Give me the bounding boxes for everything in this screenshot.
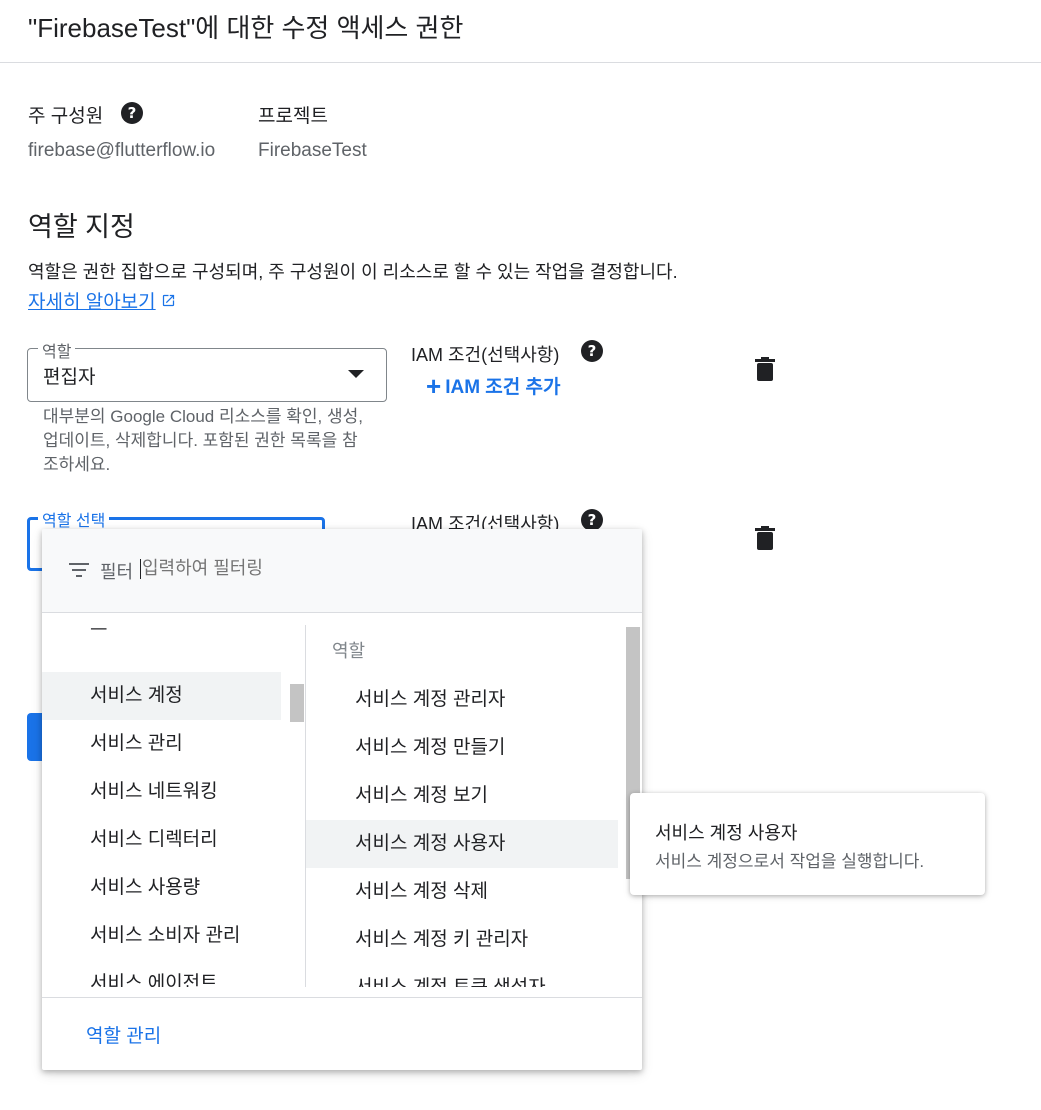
filter-input[interactable] bbox=[142, 558, 462, 579]
principal-value: firebase@flutterflow.io bbox=[28, 140, 216, 161]
role-dropdown-panel: 필터 스 서비스 계정 서비스 관리 서비스 네트워킹 서비스 디렉터리 서비스… bbox=[42, 529, 642, 1070]
role-1-description: 대부분의 Google Cloud 리소스를 확인, 생성, 업데이트, 삭제합… bbox=[43, 407, 363, 474]
filter-bar: 필터 bbox=[42, 529, 642, 613]
help-circle-icon[interactable]: ? bbox=[121, 102, 143, 124]
assign-roles-title: 역할 지정 bbox=[28, 212, 135, 242]
tooltip-title: 서비스 계정 사용자 bbox=[655, 823, 798, 843]
page-title: "FirebaseTest"에 대한 수정 액세스 권한 bbox=[28, 13, 464, 43]
role-select-1-label: 역할 bbox=[38, 338, 76, 362]
plus-icon: + bbox=[426, 370, 442, 401]
category-item[interactable]: 서비스 관리 bbox=[42, 720, 281, 768]
manage-roles-link[interactable]: 역할 관리 bbox=[86, 1021, 161, 1048]
roles-header: 역할 bbox=[332, 641, 366, 661]
role-select-2-label: 역할 선택 bbox=[38, 507, 110, 531]
add-iam-condition-label: IAM 조건 추가 bbox=[445, 377, 561, 398]
role-item[interactable]: 서비스 계정 만들기 bbox=[306, 724, 618, 772]
category-item[interactable]: 서비스 사용량 bbox=[42, 864, 281, 912]
role-item[interactable]: 서비스 계정 토큰 생성자 bbox=[306, 964, 618, 987]
category-item[interactable]: 서비스 에이전트 bbox=[42, 960, 281, 987]
principal-label: 주 구성원 bbox=[28, 106, 104, 127]
category-scrollbar[interactable] bbox=[290, 684, 304, 722]
learn-more-link[interactable]: 자세히 알아보기 bbox=[28, 287, 176, 314]
tooltip-description: 서비스 계정으로서 작업을 실행합니다. bbox=[655, 852, 925, 871]
open-in-new-icon bbox=[162, 294, 174, 307]
role-item[interactable]: 서비스 계정 관리자 bbox=[306, 676, 618, 724]
add-iam-condition-button[interactable]: + IAM 조건 추가 bbox=[426, 372, 561, 399]
text-caret bbox=[140, 559, 141, 579]
help-circle-icon[interactable]: ? bbox=[581, 509, 603, 531]
role-item[interactable]: 서비스 계정 삭제 bbox=[306, 868, 618, 916]
role-item[interactable]: 서비스 계정 키 관리자 bbox=[306, 916, 618, 964]
project-value: FirebaseTest bbox=[258, 140, 367, 161]
filter-list-icon bbox=[69, 563, 89, 579]
category-list[interactable]: 스 서비스 계정 서비스 관리 서비스 네트워킹 서비스 디렉터리 서비스 사용… bbox=[42, 625, 305, 987]
learn-more-label: 자세히 알아보기 bbox=[28, 292, 156, 313]
help-circle-icon[interactable]: ? bbox=[581, 340, 603, 362]
trash-icon[interactable] bbox=[755, 357, 775, 381]
iam-condition-label-1: IAM 조건(선택사항) bbox=[411, 345, 560, 365]
role-tooltip: 서비스 계정 사용자 서비스 계정으로서 작업을 실행합니다. bbox=[630, 793, 985, 895]
role-item-hovered[interactable]: 서비스 계정 사용자 bbox=[306, 820, 618, 868]
role-select-1-value: 편집자 bbox=[43, 367, 96, 388]
filter-label: 필터 bbox=[100, 562, 134, 582]
panel-footer-divider bbox=[42, 997, 642, 998]
role-list[interactable]: 역할 서비스 계정 관리자 서비스 계정 만들기 서비스 계정 보기 서비스 계… bbox=[306, 625, 626, 987]
role-item[interactable]: 서비스 계정 보기 bbox=[306, 772, 618, 820]
trash-icon[interactable] bbox=[755, 526, 775, 550]
project-label: 프로젝트 bbox=[258, 106, 328, 127]
assign-roles-description: 역할은 권한 집합으로 구성되며, 주 구성원이 이 리소스로 할 수 있는 작… bbox=[28, 262, 678, 282]
category-item-selected[interactable]: 서비스 계정 bbox=[42, 672, 281, 720]
category-item[interactable]: 서비스 소비자 관리 bbox=[42, 912, 281, 960]
title-divider bbox=[0, 62, 1041, 63]
category-item[interactable]: 서비스 네트워킹 bbox=[42, 768, 281, 816]
category-item[interactable]: 스 bbox=[42, 625, 281, 649]
category-item[interactable]: 서비스 디렉터리 bbox=[42, 816, 281, 864]
dropdown-arrow-icon[interactable] bbox=[348, 370, 364, 378]
